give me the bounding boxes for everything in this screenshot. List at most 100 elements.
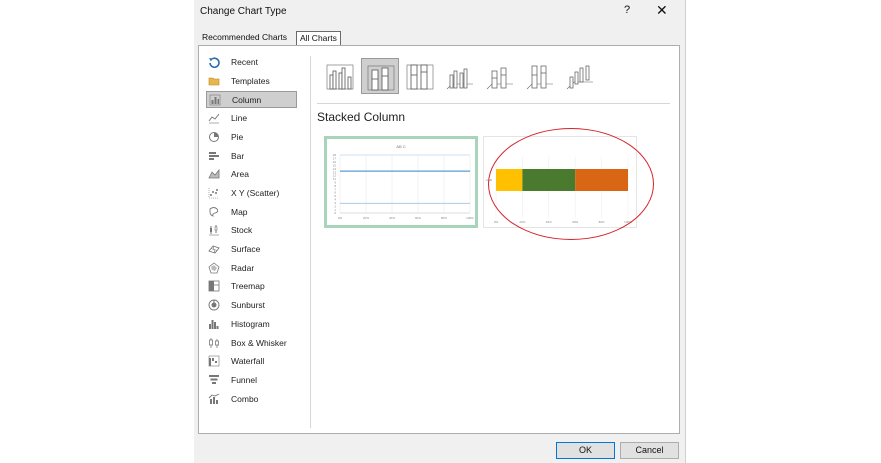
subtype-title: Stacked Column (317, 110, 406, 124)
sidebar-item-pie[interactable]: Pie (206, 129, 297, 146)
clustered-column-icon (326, 64, 354, 90)
sidebar-item-label: Waterfall (231, 356, 265, 367)
change-chart-type-dialog: Change Chart Type ? ✕ Recommended Charts… (194, 0, 685, 463)
tab-recommended-charts[interactable]: Recommended Charts (199, 31, 290, 44)
tab-all-charts[interactable]: All Charts (296, 31, 341, 46)
3d-column-icon (566, 65, 593, 90)
box-whisker-chart-icon (209, 337, 219, 348)
subtype-100-stacked-column[interactable] (401, 58, 439, 94)
preview-1-chart: AB C181716151413121198765432100% 20% 40% 60… (333, 144, 475, 220)
sidebar-item-label: Funnel (231, 374, 257, 385)
preview-2-bar-segment-3 (575, 169, 628, 191)
cancel-button[interactable]: Cancel (620, 442, 679, 459)
histogram-chart-icon (209, 319, 219, 329)
preview-1-x-tick: 80% (441, 216, 447, 220)
funnel-chart-icon (209, 374, 219, 384)
window-edge (685, 0, 686, 463)
preview-2-x-tick: 20% (519, 220, 525, 224)
folder-icon (208, 77, 220, 85)
preview-2-bar-segment-1 (496, 169, 523, 191)
preview-2-x-tick: 80% (599, 220, 605, 224)
preview-1-y-tick: 0 (334, 211, 336, 215)
preview-2-category-label: A&B (486, 178, 492, 182)
preview-2-x-tick: 40% (546, 220, 552, 224)
sidebar-item-line[interactable]: Line (206, 110, 297, 127)
chart-preview-2[interactable]: 0% 20% 40% 60% 80% 100% A&B (483, 136, 637, 228)
subtype-3d-100-stacked-column[interactable] (521, 58, 559, 94)
sidebar-item-treemap[interactable]: Treemap (206, 278, 297, 295)
sidebar-item-label: Recent (231, 57, 258, 67)
sidebar-item-label: Sunburst (231, 300, 266, 311)
bar-chart-icon (209, 151, 219, 160)
preview-1-x-tick: 100% (466, 216, 474, 220)
sidebar-item-label: X Y (Scatter) (231, 187, 280, 198)
stock-chart-icon (209, 225, 219, 236)
preview-1-x-tick: 60% (415, 216, 421, 220)
preview-1-x-tick: 20% (363, 216, 369, 220)
subtype-3d-clustered-column[interactable] (441, 58, 479, 94)
sidebar-item-area[interactable]: Area (206, 166, 297, 183)
sidebar-item-label: Line (231, 113, 248, 124)
sidebar-item-combo[interactable]: Combo (206, 391, 297, 408)
sidebar-item-templates[interactable]: Templates (206, 73, 297, 90)
recent-icon (209, 57, 220, 68)
horizontal-divider (317, 103, 670, 104)
vertical-divider (310, 56, 311, 428)
sidebar-item-radar[interactable]: Radar (206, 260, 297, 277)
preview-1-x-tick: 40% (389, 216, 395, 220)
sunburst-chart-icon (208, 299, 220, 311)
sidebar-item-label: Stock (231, 225, 253, 236)
preview-2-x-tick: 60% (572, 220, 578, 224)
radar-chart-icon (208, 262, 220, 274)
subtype-stacked-column[interactable] (361, 58, 399, 94)
sidebar-item-funnel[interactable]: Funnel (206, 372, 297, 389)
3d-clustered-column-icon (446, 68, 473, 90)
sidebar-item-map[interactable]: Map (206, 204, 297, 221)
sidebar-item-recent[interactable]: Recent (206, 54, 297, 71)
scatter-chart-icon (208, 187, 219, 199)
sidebar-item-label: Radar (231, 262, 255, 273)
map-chart-icon (209, 206, 219, 217)
dialog-title: Change Chart Type (200, 6, 287, 17)
subtype-clustered-column[interactable] (321, 58, 359, 94)
preview-2-x-tick: 100% (624, 220, 632, 224)
sidebar-item-label: Templates (231, 75, 270, 86)
sidebar-item-label: Column (232, 95, 262, 106)
sidebar-item-label: Map (231, 206, 248, 217)
preview-2-x-tick: 0% (494, 220, 499, 224)
3d-100-stacked-column-icon (526, 65, 553, 90)
sidebar-item-bar[interactable]: Bar (206, 148, 297, 165)
subtype-3d-column[interactable] (561, 58, 599, 94)
subtype-3d-stacked-column[interactable] (481, 58, 519, 94)
sidebar-item-label: Treemap (231, 281, 265, 292)
sidebar-item-column[interactable]: Column (206, 91, 297, 109)
help-button[interactable]: ? (624, 4, 630, 16)
sidebar-item-sunburst[interactable]: Sunburst (206, 297, 297, 314)
treemap-chart-icon (208, 280, 220, 292)
sidebar-item-stock[interactable]: Stock (206, 222, 297, 239)
100-stacked-column-icon (406, 64, 434, 90)
sidebar-item-histogram[interactable]: Histogram (206, 316, 297, 333)
sidebar-item-x-y-scatter[interactable]: X Y (Scatter) (206, 185, 297, 202)
sidebar-item-label: Surface (231, 244, 261, 254)
sidebar-item-waterfall[interactable]: Waterfall (206, 353, 297, 370)
preview-1-x-tick: 0% (338, 216, 343, 220)
line-chart-icon (208, 113, 220, 124)
waterfall-chart-icon (208, 355, 220, 367)
sidebar-item-label: Area (231, 169, 249, 180)
chart-preview-1[interactable]: AB C 18 17 16 15 14 13 12 11 9 8 7 6 5 4 3 2 1 0 0% 20% 40% 60… (324, 136, 478, 228)
sidebar-item-label: Pie (231, 131, 244, 142)
title-bar: Change Chart Type ? ✕ (194, 0, 685, 24)
all-charts-panel: Recent Templates Column Line Pie Bar Area X Y (… (198, 45, 680, 434)
sidebar-item-label: Bar (231, 150, 245, 161)
column-chart-icon (209, 95, 221, 106)
preview-2-bar-segment-2 (522, 169, 576, 191)
pie-chart-icon (209, 131, 219, 142)
area-chart-icon (208, 169, 220, 179)
close-button[interactable]: ✕ (656, 2, 668, 19)
ok-button[interactable]: OK (556, 442, 615, 459)
sidebar-item-surface[interactable]: Surface (206, 241, 297, 258)
sidebar-item-label: Histogram (231, 318, 270, 329)
sidebar-item-box-whisker[interactable]: Box & Whisker (206, 335, 297, 352)
combo-chart-icon (208, 393, 220, 404)
